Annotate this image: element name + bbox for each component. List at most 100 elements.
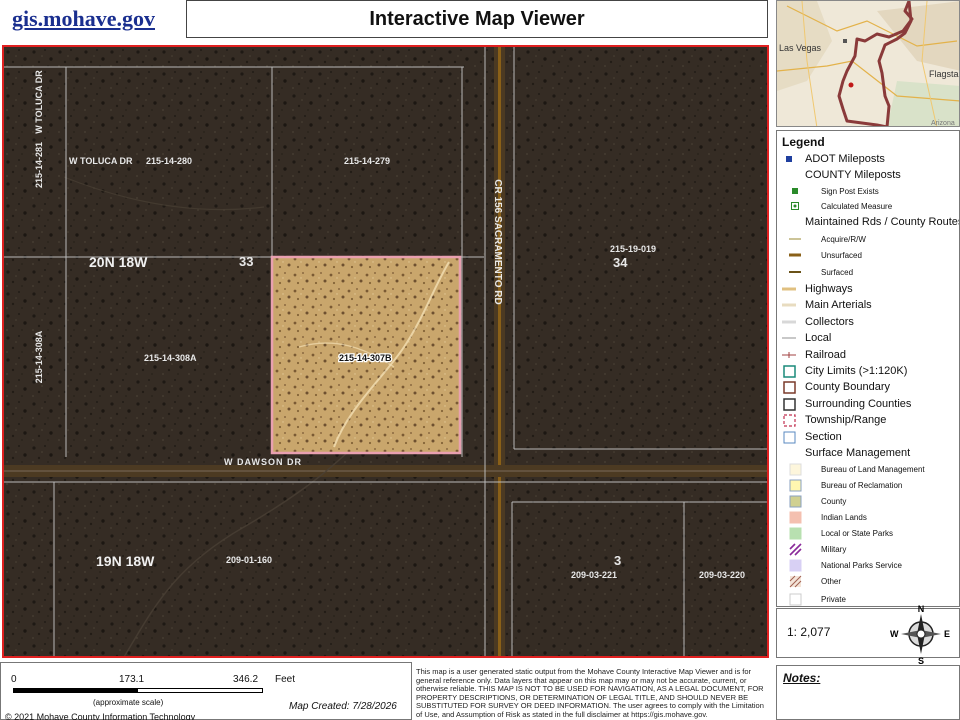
label-parcel-209-03-221: 209-03-221 [571,570,617,580]
legend-symbol-icon [785,542,805,556]
legend-label: Private [821,594,846,604]
legend-symbol-icon [779,315,799,329]
notes-label: Notes: [783,671,821,685]
legend-label: Railroad [805,349,846,361]
legend-symbol-icon [779,152,799,166]
legend-label: Section [805,431,842,443]
legend-label: County [821,496,847,506]
legend-label: Bureau of Land Management [821,464,925,474]
legend-label: Township/Range [805,414,887,426]
label-w-toluca-vertical: W TOLUCA DR [34,70,44,134]
legend-label: Main Arterials [805,299,872,311]
legend-symbol-icon [785,478,805,492]
locator-label-arizona: Arizona [931,120,955,127]
legend-symbol-icon [785,232,805,246]
legend-symbol-icon [779,380,799,394]
label-township-19n-18w: 19N 18W [96,553,155,569]
legend-symbol-icon [785,265,805,279]
map-canvas[interactable]: W TOLUCA DR W TOLUCA DR 215-14-280 215-1… [2,45,769,658]
locator-label-flagstaff: Flagsta [929,69,959,79]
compass-n: N [918,604,925,614]
legend-item: County Boundary [779,379,890,395]
legend-label: Highways [805,283,853,295]
scale-tick-end: 346.2 [233,674,259,685]
legend-symbol-icon [779,413,799,427]
legend-item: Local [779,330,831,346]
legend-label: Local [805,332,832,344]
label-parcel-215-14-308a-vertical: 215-14-308A [34,330,44,383]
legend-item: Railroad [779,347,846,363]
legend-symbol-icon [785,199,805,213]
legend-item: Main Arterials [779,297,872,313]
legend-symbol-icon [779,397,799,411]
notes-box: Notes: [776,665,960,720]
legend-item: ADOT Mileposts [779,151,885,167]
compass-e: E [944,629,950,639]
legend-symbol-icon [785,248,805,262]
legend-label: Unsurfaced [821,250,862,260]
legend-item: City Limits (>1:120K) [779,363,907,379]
legend-item: National Parks Service [785,557,902,573]
label-township-20n-18w: 20N 18W [89,254,148,270]
label-parcel-215-14-281: 215-14-281 [34,142,44,188]
legend-symbol-icon [785,184,805,198]
label-parcel-209-01-160: 209-01-160 [226,555,272,565]
legend-label: Surfaced [821,267,854,277]
label-w-dawson-dr: W DAWSON DR [224,457,302,467]
north-arrow-compass-icon: N S E W [890,604,950,666]
map-created-date: Map Created: 7/28/2026 [289,701,397,712]
legend-item: Surface Management [779,445,910,461]
legend-item: Section [779,429,842,445]
legend-symbol-icon [779,364,799,378]
legend-label: Acquire/R/W [821,234,866,244]
legend-label: Sign Post Exists [821,186,879,196]
label-w-toluca: W TOLUCA DR [69,156,133,166]
legend-item: Bureau of Land Management [785,461,925,477]
legend-label: COUNTY Mileposts [805,169,901,181]
legend-label: Calculated Measure [821,201,893,211]
legend-symbol-icon [785,526,805,540]
legend-symbol-icon [779,282,799,296]
legend-symbol-icon [785,558,805,572]
legend-item: Indian Lands [785,509,867,525]
scale-approx-note: (approximate scale) [93,698,164,707]
legend-spacer [779,168,799,182]
site-link[interactable]: gis.mohave.gov [0,0,183,38]
legend-item: Township/Range [779,412,886,428]
legend-item: County [785,493,846,509]
legend-item: Private [785,591,846,606]
legend-panel: Legend ADOT Mileposts COUNTY Mileposts Sig… [776,130,960,607]
legend-label: Bureau of Reclamation [821,480,903,490]
locator-map[interactable]: Las Vegas Flagsta Arizona [776,0,960,127]
legend-title: Legend [782,135,825,149]
label-parcel-215-14-308a: 215-14-308A [144,353,197,363]
legend-item: Bureau of Reclamation [785,477,902,493]
disclaimer-text: This map is a user generated static outp… [416,668,764,719]
legend-label: Surface Management [805,447,911,459]
scale-tick-middle: 173.1 [119,674,145,685]
legend-item: Surfaced [785,264,853,280]
legend-spacer [779,446,799,460]
legend-label: National Parks Service [821,560,902,570]
legend-symbol-icon [779,331,799,345]
label-section-33: 33 [239,254,253,269]
legend-symbol-icon [785,592,805,606]
legend-item: Unsurfaced [785,247,862,263]
label-parcel-215-14-307b: 215-14-307B [339,353,392,363]
legend-symbol-icon [785,494,805,508]
legend-item: Calculated Measure [785,198,892,214]
legend-symbol-icon [779,430,799,444]
label-parcel-215-14-280: 215-14-280 [146,156,192,166]
legend-item: Sign Post Exists [785,183,879,199]
legend-label: Local or State Parks [821,528,894,538]
legend-item: Acquire/R/W [785,231,866,247]
legend-label: Other [821,576,842,586]
legend-label: County Boundary [805,381,890,393]
legend-item: Local or State Parks [785,525,893,541]
legend-symbol-icon [779,298,799,312]
legend-symbol-icon [785,510,805,524]
scale-bar-panel: 0 173.1 346.2 Feet (approximate scale) M… [0,662,412,720]
page-title: Interactive Map Viewer [186,0,768,38]
legend-symbol-icon [785,574,805,588]
label-section-34: 34 [613,255,628,270]
